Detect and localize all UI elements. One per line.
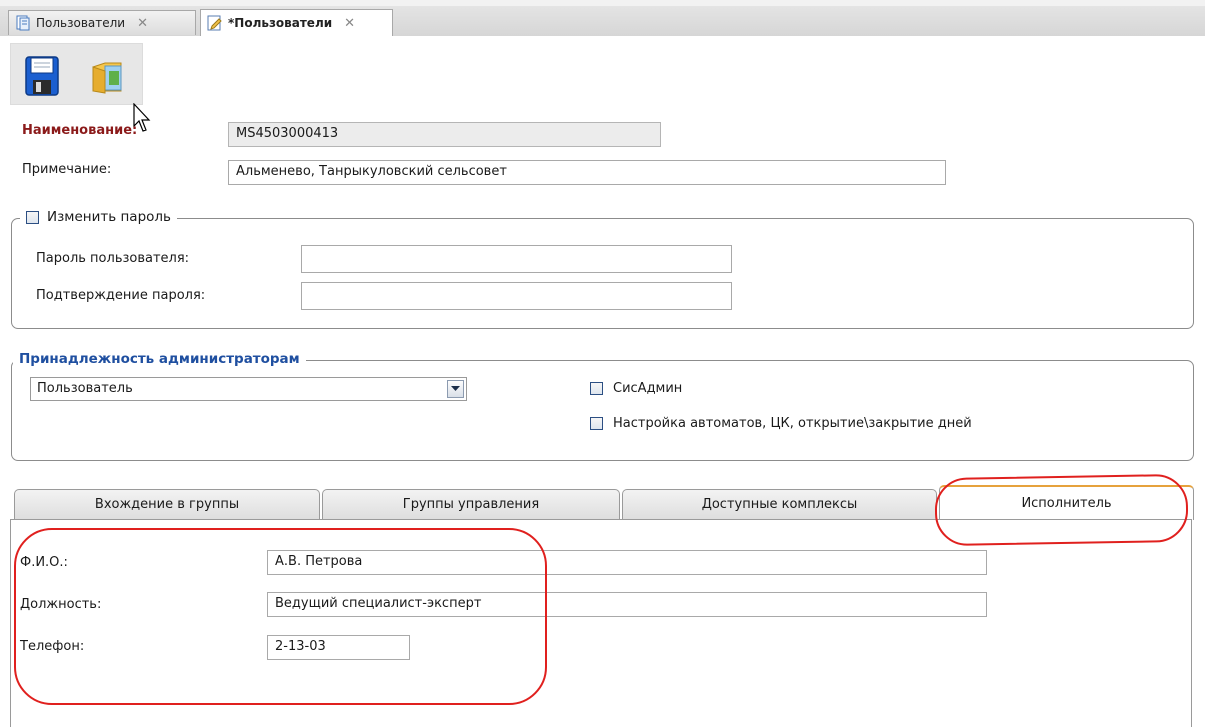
highlight-executor-tab [934, 473, 1189, 547]
tab-group-membership-label: Вхождение в группы [94, 497, 240, 512]
change-password-legend: Изменить пароль [20, 209, 177, 225]
tab-users-edited-label: *Пользователи [228, 16, 333, 30]
sysadmin-checkbox[interactable] [590, 382, 603, 395]
note-label: Примечание: [22, 162, 112, 177]
confirm-password-input[interactable] [301, 282, 732, 310]
automation-label: Настройка автоматов, ЦК, открытие\закрыт… [613, 416, 972, 431]
highlight-executor-fields [14, 528, 547, 705]
sysadmin-option[interactable]: СисАдмин [590, 381, 682, 396]
folder-icon [92, 62, 122, 94]
change-password-group [11, 218, 1194, 329]
confirm-password-label: Подтверждение пароля: [36, 288, 206, 303]
admins-group [11, 360, 1194, 461]
close-icon[interactable]: ✕ [344, 16, 355, 31]
change-password-checkbox[interactable] [26, 210, 39, 224]
note-field[interactable]: Альменево, Танрыкуловский сельсовет [228, 160, 946, 185]
change-password-label: Изменить пароль [47, 209, 171, 225]
chevron-down-icon[interactable] [447, 380, 464, 398]
tab-users-label: Пользователи [36, 16, 126, 30]
automation-option[interactable]: Настройка автоматов, ЦК, открытие\закрыт… [590, 416, 972, 431]
role-select-value: Пользователь [37, 381, 133, 396]
user-password-label: Пароль пользователя: [36, 251, 190, 266]
save-button[interactable] [24, 55, 60, 97]
document-icon [15, 15, 31, 31]
tab-available-complexes-label: Доступные комплексы [701, 497, 858, 512]
tab-management-groups-label: Группы управления [402, 497, 540, 512]
open-button[interactable] [91, 57, 131, 99]
tab-group-membership[interactable]: Вхождение в группы [14, 489, 320, 519]
name-field[interactable]: MS4503000413 [228, 122, 661, 147]
user-password-input[interactable] [301, 245, 732, 273]
admins-legend: Принадлежность администраторам [13, 351, 306, 367]
tab-management-groups[interactable]: Группы управления [322, 489, 620, 519]
sysadmin-label: СисАдмин [613, 381, 683, 396]
tab-users-edited[interactable]: *Пользователи ✕ [200, 9, 393, 36]
tab-users[interactable]: Пользователи ✕ [8, 10, 196, 35]
close-icon[interactable]: ✕ [137, 16, 148, 31]
floppy-save-icon [25, 56, 59, 96]
name-label: Наименование: [22, 123, 138, 138]
edit-document-icon [207, 15, 223, 31]
tab-available-complexes[interactable]: Доступные комплексы [622, 489, 937, 519]
automation-checkbox[interactable] [590, 417, 603, 430]
role-select[interactable]: Пользователь [30, 377, 467, 401]
